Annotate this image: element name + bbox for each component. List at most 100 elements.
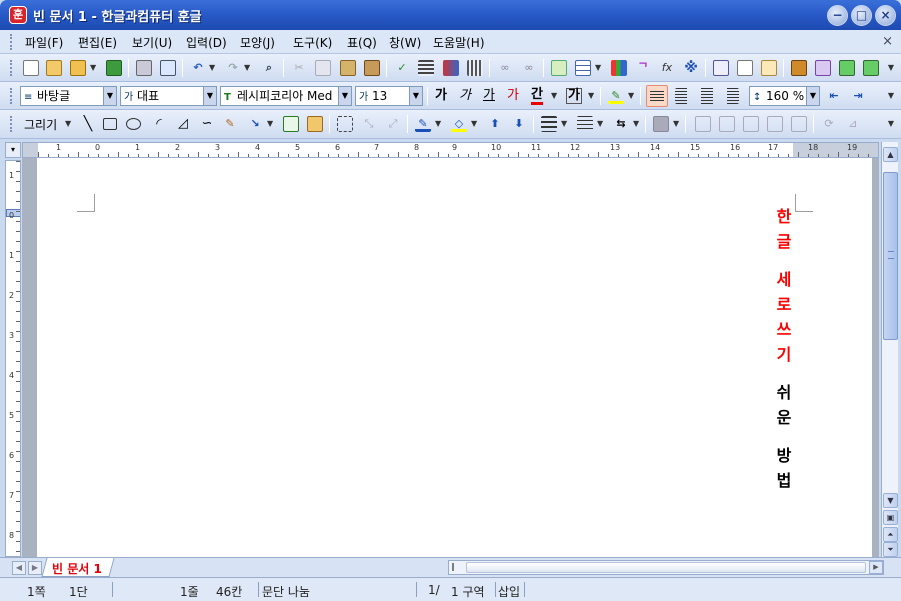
scroll-split-icon[interactable]: ‖ (451, 562, 455, 571)
hyperlink-icon[interactable]: ∞ (497, 60, 513, 76)
line-color-dropdown-icon[interactable]: ▼ (435, 116, 442, 132)
insert-object-icon[interactable] (307, 116, 323, 132)
menu-help[interactable]: 도움말(H) (433, 34, 485, 51)
menu-table[interactable]: 표(Q) (347, 34, 377, 51)
menu-tools[interactable]: 도구(K) (293, 34, 332, 51)
status-mode[interactable]: 삽입 (498, 583, 520, 600)
ruler-toggle-icon[interactable]: ▾ (5, 142, 21, 158)
formula-icon[interactable]: fx (659, 60, 675, 76)
select-objects-icon[interactable] (337, 116, 353, 132)
font-size-select[interactable]: 가 13 ▼ (355, 86, 423, 106)
textbox-tool-icon[interactable] (283, 116, 299, 132)
maximize-button[interactable]: □ (851, 5, 872, 26)
chevron-down-icon[interactable]: ▼ (203, 87, 216, 105)
next-page-icon[interactable]: ⏷ (883, 542, 898, 557)
page-view-icon[interactable]: ▣ (883, 510, 898, 525)
line-weight-dropdown-icon[interactable]: ▼ (597, 116, 604, 132)
minimize-button[interactable]: − (827, 5, 848, 26)
rectangle-tool-icon[interactable] (103, 118, 117, 130)
new-document-icon[interactable] (23, 60, 39, 76)
menu-grip[interactable] (10, 34, 13, 50)
justify-align-icon[interactable] (646, 85, 668, 107)
app-icon[interactable]: 훈 (9, 6, 27, 24)
toolbar-grip[interactable] (10, 88, 13, 104)
format-painter-icon[interactable] (364, 60, 380, 76)
menu-edit[interactable]: 편집(E) (78, 34, 117, 51)
bring-forward-icon[interactable]: ⬆ (487, 116, 503, 132)
chevron-down-icon[interactable]: ▼ (103, 87, 116, 105)
line-color-icon[interactable]: ✎ (415, 116, 431, 132)
line-tool-icon[interactable]: ╲ (80, 116, 96, 132)
align-objects-icon[interactable] (695, 116, 711, 132)
horizontal-scroll-thumb[interactable] (466, 562, 866, 573)
table-dropdown-icon[interactable]: ▼ (595, 60, 602, 76)
style-select[interactable]: ≡ 바탕글 ▼ (20, 86, 117, 106)
redo-dropdown-icon[interactable]: ▼ (244, 60, 251, 76)
menu-insert[interactable]: 입력(D) (186, 34, 227, 51)
undo-icon[interactable]: ↶ (190, 60, 206, 76)
strikethrough-button[interactable]: 가 (507, 88, 519, 104)
rotate-object-icon[interactable]: ⟳ (821, 116, 837, 132)
horizontal-scrollbar[interactable]: ‖ ▶ (448, 560, 884, 575)
send-backward-icon[interactable]: ⬇ (511, 116, 527, 132)
paste-icon[interactable] (340, 60, 356, 76)
polygon-tool-icon[interactable]: ◿ (175, 116, 191, 132)
shadow-dropdown-icon[interactable]: ▼ (673, 116, 680, 132)
connector-dropdown-icon[interactable]: ▼ (267, 116, 274, 132)
macro-1-icon[interactable] (839, 60, 855, 76)
chevron-down-icon[interactable]: ▼ (338, 87, 351, 105)
freehand-tool-icon[interactable]: ✎ (222, 116, 238, 132)
hanja-icon[interactable] (713, 60, 729, 76)
vertical-scrollbar[interactable]: ▲ ▼ ▣ ⏶ ⏷ (881, 142, 898, 557)
open-dropdown-icon[interactable]: ▼ (90, 60, 97, 76)
toolbar-more-icon[interactable]: ▼ (888, 119, 894, 128)
draw-menu-label[interactable]: 그리기 (24, 116, 57, 133)
font-category-select[interactable]: 가 대표 ▼ (120, 86, 217, 106)
highlight-dropdown-icon[interactable]: ▼ (628, 88, 635, 104)
menu-format[interactable]: 모양(J) (240, 34, 275, 51)
chart-icon[interactable] (611, 60, 627, 76)
table-icon[interactable] (575, 60, 591, 76)
print-icon[interactable] (136, 60, 152, 76)
connector-tool-icon[interactable]: ↘ (247, 116, 263, 132)
open-folder-icon[interactable] (70, 60, 86, 76)
copy-icon[interactable] (315, 60, 331, 76)
arrow-style-icon[interactable]: ⇆ (613, 116, 629, 132)
menu-window[interactable]: 창(W) (389, 34, 421, 51)
close-button[interactable]: × (875, 5, 896, 26)
scroll-right-icon[interactable]: ▶ (869, 561, 883, 574)
line-style-dropdown-icon[interactable]: ▼ (561, 116, 568, 132)
font-color-button[interactable]: 간 (531, 88, 543, 105)
same-height-icon[interactable] (791, 116, 807, 132)
shadow-icon[interactable] (653, 116, 669, 132)
arc-tool-icon[interactable]: ◜ (151, 116, 167, 132)
slideshow-icon[interactable] (815, 60, 831, 76)
italic-button[interactable]: 가 (459, 88, 471, 104)
group-icon[interactable]: ⤢ (385, 116, 401, 132)
document-tab-label[interactable]: 빈 문서 1 (52, 560, 102, 577)
picture-icon[interactable] (551, 60, 567, 76)
flip-object-icon[interactable]: ⊿ (845, 116, 861, 132)
dictionary-icon[interactable] (791, 60, 807, 76)
paragraph-icon[interactable] (418, 60, 434, 76)
align-center-icon[interactable] (699, 88, 715, 104)
underline-button[interactable]: 가 (483, 88, 495, 104)
document-close-icon[interactable]: × (882, 34, 893, 49)
previous-page-icon[interactable]: ⏶ (883, 527, 898, 542)
scroll-thumb[interactable] (883, 172, 898, 340)
font-color-dropdown-icon[interactable]: ▼ (551, 88, 558, 104)
scroll-up-icon[interactable]: ▲ (883, 147, 898, 162)
cut-icon[interactable]: ✂ (291, 60, 307, 76)
undo-dropdown-icon[interactable]: ▼ (209, 60, 216, 76)
special-char-icon[interactable]: ※ (683, 60, 699, 76)
style-icon[interactable] (443, 60, 459, 76)
toolbar-grip[interactable] (10, 60, 13, 76)
find-icon[interactable]: ⌕ (261, 60, 277, 76)
scroll-down-icon[interactable]: ▼ (883, 493, 898, 508)
distribute-objects-icon[interactable] (719, 116, 735, 132)
same-width-icon[interactable] (767, 116, 783, 132)
align-right-icon[interactable] (723, 88, 739, 104)
tab-next-icon[interactable]: ▶ (28, 561, 42, 575)
ellipse-tool-icon[interactable] (126, 118, 141, 130)
document-page[interactable]: 한 글 세 로 쓰 기 쉬 운 방 법 (37, 158, 872, 557)
